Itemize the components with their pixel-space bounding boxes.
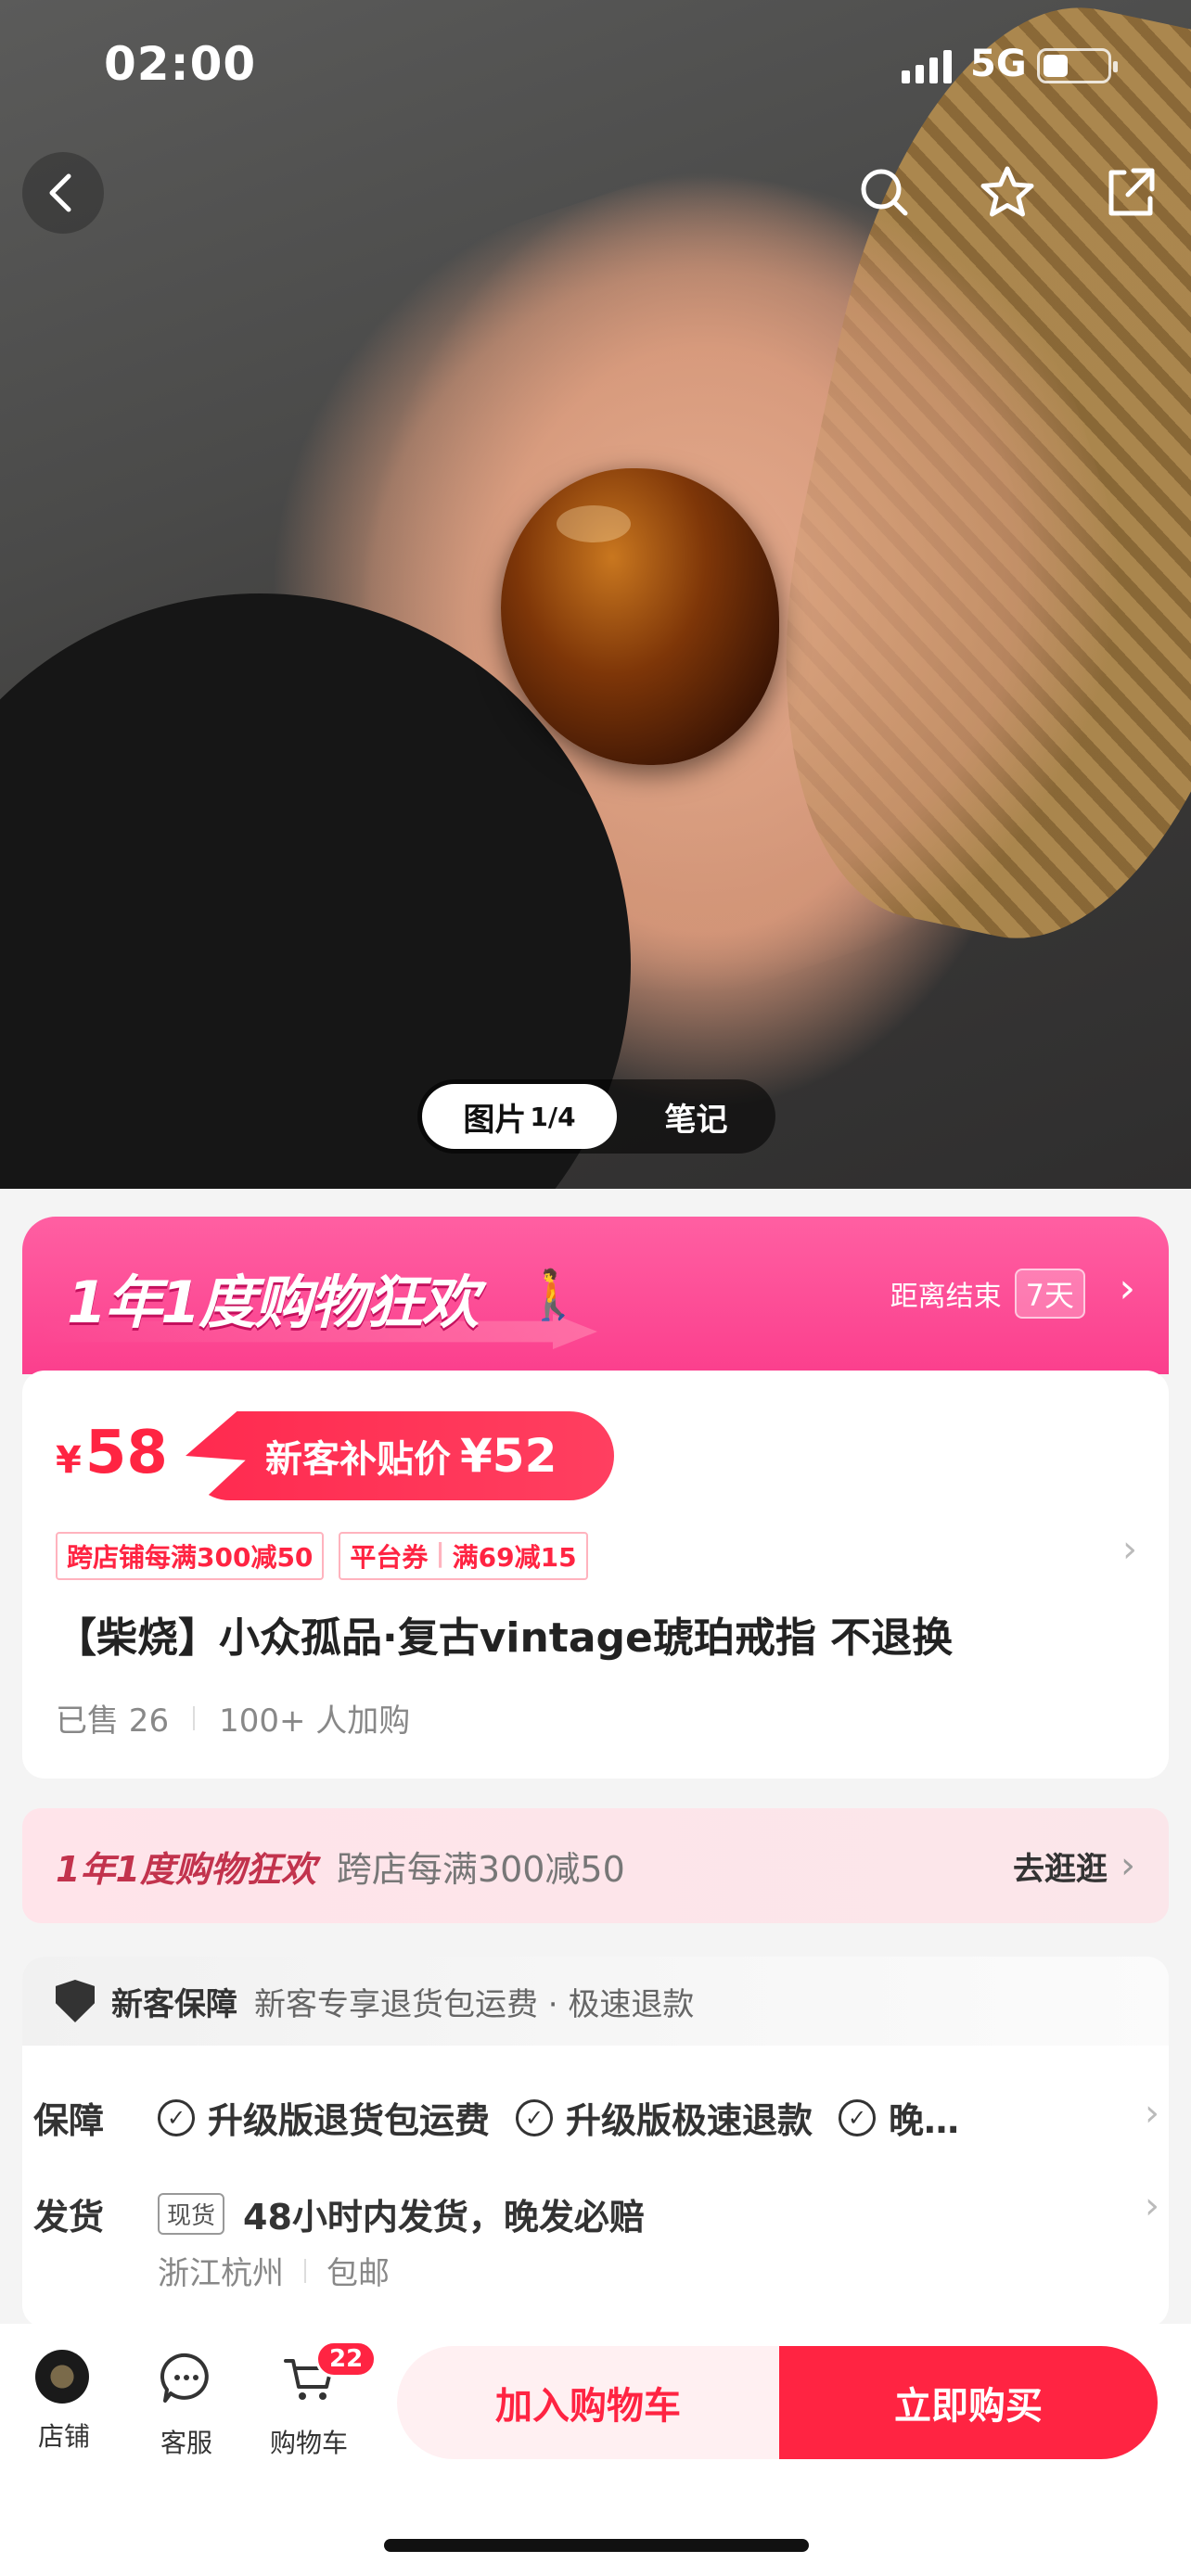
price-value: 58 <box>84 1419 168 1487</box>
subsidy-price: ¥52 <box>460 1429 557 1483</box>
sales-info: 已售 26 100+ 人加购 <box>56 1695 410 1741</box>
guarantee-header: 新客保障 新客专享退货包运费 · 极速退款 <box>22 1957 1169 2046</box>
promo-banner[interactable]: 1年1度购物狂欢 🚶 距离结束 7天 › <box>22 1217 1169 1374</box>
chevron-right-icon[interactable]: › <box>1145 2092 1159 2135</box>
promo-title: 1年1度购物狂欢 <box>67 1269 479 1336</box>
row-key: 保障 <box>33 2100 105 2141</box>
divider <box>193 1705 196 1730</box>
coupon-tag[interactable]: 跨店铺每满300减50 <box>56 1532 325 1580</box>
network-label: 5G <box>970 43 1027 85</box>
tab-images[interactable]: 图片 1/4 <box>422 1084 617 1149</box>
chevron-right-icon[interactable]: › <box>1145 2185 1159 2227</box>
add-to-cart-button[interactable]: 加入购物车 <box>397 2346 779 2459</box>
shipping-row[interactable]: 发货 现货 48小时内发货，晚发必赔 <box>33 2188 645 2239</box>
search-icon[interactable] <box>852 159 918 226</box>
countdown-label: 距离结束 <box>890 1281 1002 1313</box>
subsidy-badge: 新客补贴价 ¥52 <box>186 1411 614 1500</box>
coupon-tag[interactable]: 平台券 | 满69减15 <box>339 1532 588 1580</box>
guarantee-row[interactable]: 保障 ✓ 升级版退货包运费 ✓ 升级版极速退款 ✓ 晚… <box>33 2092 959 2143</box>
coupon-text: 跨店铺每满300减50 <box>67 1542 314 1573</box>
coupon-text: 满69减15 <box>452 1542 577 1573</box>
coupon-list[interactable]: 跨店铺每满300减50 平台券 | 满69减15 <box>56 1532 588 1580</box>
buy-now-button[interactable]: 立即购买 <box>779 2346 1158 2459</box>
price-currency: ¥ <box>56 1439 82 1482</box>
shipping-location: 浙江杭州 包邮 <box>158 2248 390 2293</box>
row-key: 发货 <box>33 2197 105 2238</box>
battery-icon <box>1037 48 1118 83</box>
stock-tag: 现货 <box>158 2193 225 2235</box>
shield-icon <box>56 1980 95 2022</box>
campaign-strip[interactable]: 1年1度购物狂欢 跨店每满300减50 去逛逛 › <box>22 1808 1169 1923</box>
campaign-action[interactable]: 去逛逛 <box>1013 1843 1108 1889</box>
guarantee-item: 升级版极速退款 <box>566 2100 813 2141</box>
check-circle-icon: ✓ <box>158 2098 195 2136</box>
coupon-separator: | <box>435 1537 445 1568</box>
guarantee-subtitle: 新客专享退货包运费 · 极速退款 <box>254 1985 695 2023</box>
guarantee-item: 晚… <box>889 2100 960 2141</box>
location: 浙江杭州 <box>158 2255 284 2292</box>
chevron-right-icon: › <box>1121 1844 1135 1887</box>
walker-icon: 🚶 <box>523 1268 583 1323</box>
signal-icon <box>902 48 952 83</box>
shipping-text: 48小时内发货，晚发必赔 <box>243 2197 645 2238</box>
guarantee-label: 新客保障 <box>111 1985 237 2023</box>
store-avatar-icon <box>35 2350 93 2407</box>
shipping-fee: 包邮 <box>327 2255 390 2292</box>
tab-images-label: 图片 <box>463 1101 527 1139</box>
campaign-logo: 1年1度购物狂欢 <box>56 1848 316 1890</box>
home-indicator[interactable] <box>384 2539 809 2552</box>
service-tab[interactable]: 客服 <box>135 2350 237 2460</box>
status-time: 02:00 <box>104 37 257 91</box>
avatar <box>35 2350 89 2404</box>
guarantee-items: ✓ 升级版退货包运费 ✓ 升级版极速退款 ✓ 晚… <box>158 2092 959 2143</box>
price: ¥ 58 <box>56 1419 168 1487</box>
gallery-tabs: 图片 1/4 笔记 <box>417 1079 775 1154</box>
subsidy-label: 新客补贴价 <box>265 1438 451 1481</box>
service-label: 客服 <box>160 2428 212 2458</box>
tab-notes[interactable]: 笔记 <box>617 1094 775 1140</box>
guarantee-item: 升级版退货包运费 <box>208 2100 491 2141</box>
share-icon[interactable] <box>1096 159 1163 226</box>
store-label: 店铺 <box>37 2421 90 2452</box>
status-bar: 02:00 5G <box>0 0 1191 139</box>
store-tab[interactable]: 店铺 <box>13 2350 115 2454</box>
promo-countdown: 距离结束 7天 <box>890 1269 1085 1319</box>
campaign-text: 跨店每满300减50 <box>336 1848 625 1890</box>
product-info-card: ¥ 58 新客补贴价 ¥52 跨店铺每满300减50 平台券 | 满69减15 › … <box>22 1371 1169 1779</box>
chevron-left-icon <box>49 173 71 212</box>
star-icon[interactable] <box>974 159 1041 226</box>
back-button[interactable] <box>22 152 104 234</box>
countdown-value: 7天 <box>1014 1269 1085 1319</box>
cart-count-badge: 22 <box>315 2340 378 2378</box>
coupon-text: 平台券 <box>350 1542 429 1573</box>
cart-count: 100+ 人加购 <box>219 1702 411 1740</box>
check-circle-icon: ✓ <box>839 2098 877 2136</box>
sold-count: 已售 26 <box>56 1702 170 1740</box>
product-title: 【柴烧】小众孤品·复古vintage琥珀戒指 不退换 <box>56 1614 954 1662</box>
chat-icon <box>160 2353 209 2403</box>
chevron-right-icon: › <box>1119 1265 1135 1312</box>
divider <box>304 2258 306 2283</box>
image-counter: 1/4 <box>530 1101 576 1132</box>
cart-label: 购物车 <box>269 2428 348 2458</box>
chevron-right-icon[interactable]: › <box>1122 1528 1137 1571</box>
check-circle-icon: ✓ <box>516 2098 554 2136</box>
